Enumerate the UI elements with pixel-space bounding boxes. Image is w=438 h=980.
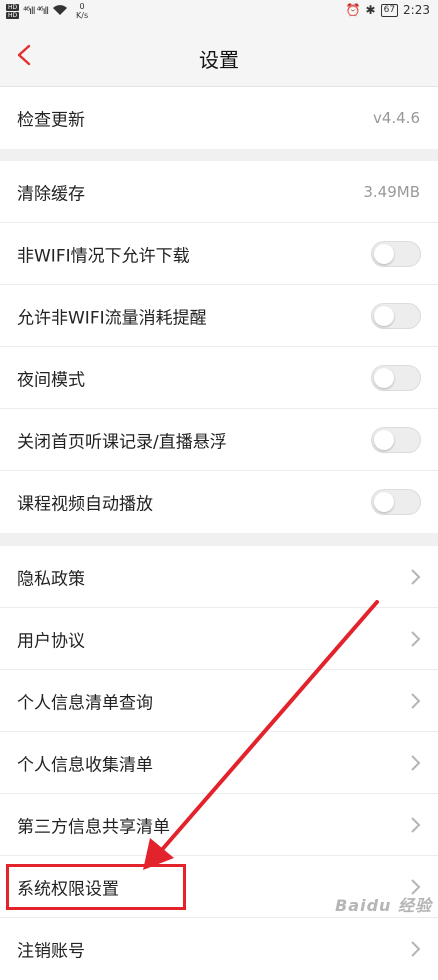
clear-cache-row[interactable]: 清除缓存 3.49MB bbox=[0, 161, 438, 223]
row-label: 课程视频自动播放 bbox=[17, 494, 153, 515]
alarm-icon: ⏰ bbox=[345, 3, 361, 17]
close-float-row: 关闭首页听课记录/直播悬浮 bbox=[0, 409, 438, 471]
page-title: 设置 bbox=[199, 48, 239, 72]
watermark-logo: Baidu 经验 bbox=[335, 896, 432, 915]
row-label: 清除缓存 bbox=[17, 184, 85, 205]
nav-bar: 设置 bbox=[0, 24, 438, 87]
row-label: 系统权限设置 bbox=[17, 879, 119, 900]
cache-size-value: 3.49MB bbox=[363, 183, 420, 201]
chevron-right-icon bbox=[410, 567, 422, 587]
chevron-right-icon bbox=[410, 629, 422, 649]
row-label: 关闭首页听课记录/直播悬浮 bbox=[17, 432, 227, 453]
non-wifi-alert-row: 允许非WIFI流量消耗提醒 bbox=[0, 285, 438, 347]
night-mode-row: 夜间模式 bbox=[0, 347, 438, 409]
row-label: 第三方信息共享清单 bbox=[17, 817, 170, 838]
chevron-right-icon bbox=[410, 691, 422, 711]
autoplay-row: 课程视频自动播放 bbox=[0, 471, 438, 533]
toggle-knob bbox=[374, 492, 394, 512]
chevron-right-icon bbox=[410, 815, 422, 835]
chevron-right-icon bbox=[410, 753, 422, 773]
check-update-row[interactable]: 检查更新 v4.4.6 bbox=[0, 87, 438, 149]
user-agreement-row[interactable]: 用户协议 bbox=[0, 608, 438, 670]
row-label: 用户协议 bbox=[17, 631, 85, 652]
version-value: v4.4.6 bbox=[372, 109, 420, 127]
row-label: 允许非WIFI流量消耗提醒 bbox=[17, 308, 207, 329]
non-wifi-download-toggle[interactable] bbox=[371, 241, 421, 267]
row-label: 个人信息收集清单 bbox=[17, 755, 153, 776]
third-party-share-row[interactable]: 第三方信息共享清单 bbox=[0, 794, 438, 856]
non-wifi-download-row: 非WIFI情况下允许下载 bbox=[0, 223, 438, 285]
logout-account-row[interactable]: 注销账号 bbox=[0, 918, 438, 980]
toggle-knob bbox=[374, 306, 394, 326]
network-speed: 0 K/s bbox=[76, 2, 89, 20]
close-float-toggle[interactable] bbox=[371, 427, 421, 453]
signal-icon: ⁴⁶ıll ⁴⁶ıll bbox=[23, 5, 49, 17]
privacy-policy-row[interactable]: 隐私政策 bbox=[0, 546, 438, 608]
toggle-knob bbox=[374, 244, 394, 264]
non-wifi-alert-toggle[interactable] bbox=[371, 303, 421, 329]
row-label: 隐私政策 bbox=[17, 569, 85, 590]
hd-badge: HD bbox=[6, 11, 20, 19]
battery-icon: 67 bbox=[380, 3, 399, 17]
toggle-knob bbox=[374, 368, 394, 388]
personal-info-query-row[interactable]: 个人信息清单查询 bbox=[0, 670, 438, 732]
row-label: 夜间模式 bbox=[17, 370, 85, 391]
personal-info-collect-row[interactable]: 个人信息收集清单 bbox=[0, 732, 438, 794]
toggle-knob bbox=[374, 430, 394, 450]
status-bar: HD HD ⁴⁶ıll ⁴⁶ıll 0 K/s ⏰ ✱ 67 2:23 bbox=[0, 0, 438, 24]
row-label: 注销账号 bbox=[17, 941, 85, 962]
wifi-icon bbox=[52, 4, 68, 19]
row-label: 个人信息清单查询 bbox=[17, 693, 153, 714]
hd-badge: HD bbox=[6, 3, 20, 11]
chevron-right-icon bbox=[410, 939, 422, 959]
row-label: 检查更新 bbox=[17, 110, 85, 131]
bluetooth-icon: ✱ bbox=[365, 3, 376, 17]
clock-time: 2:23 bbox=[403, 3, 430, 17]
night-mode-toggle[interactable] bbox=[371, 365, 421, 391]
autoplay-toggle[interactable] bbox=[371, 489, 421, 515]
row-label: 非WIFI情况下允许下载 bbox=[17, 246, 190, 267]
